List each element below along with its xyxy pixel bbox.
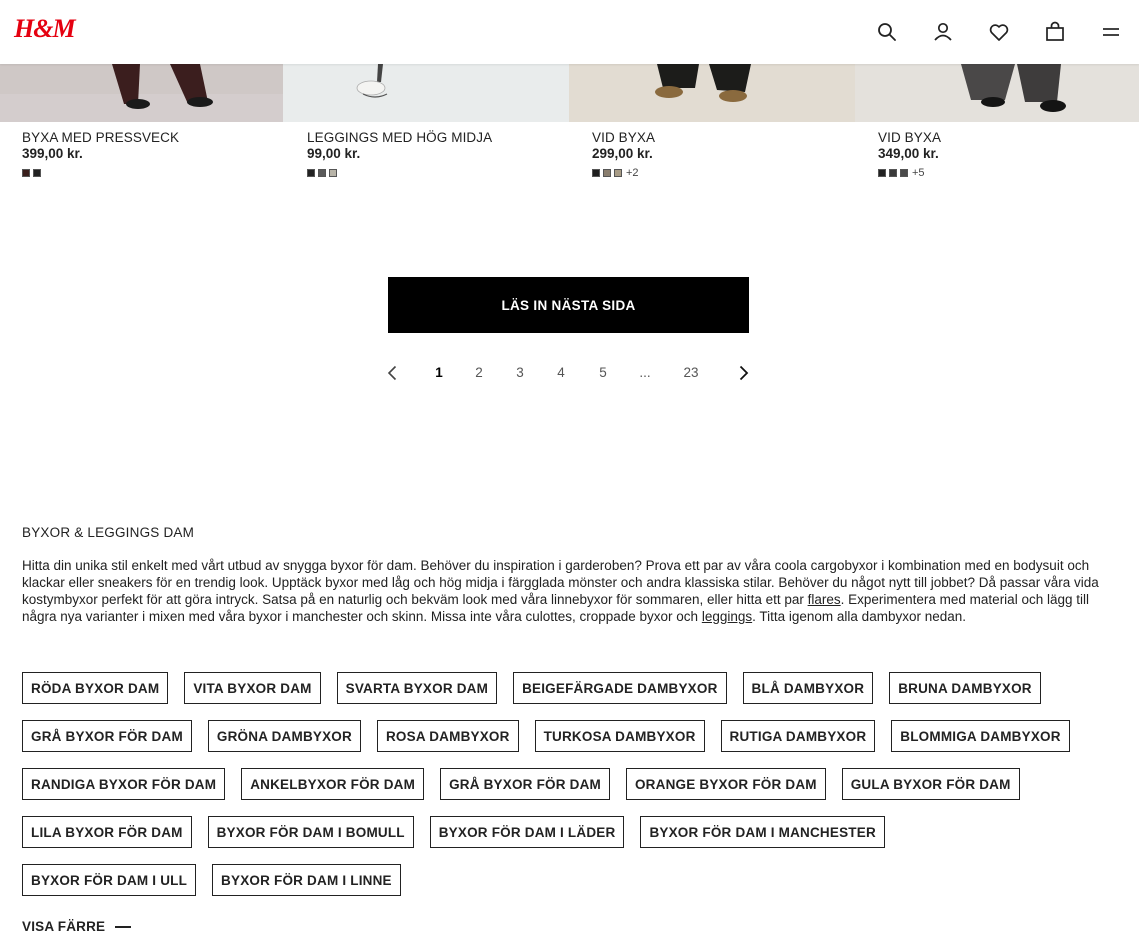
favorites-icon[interactable]	[987, 20, 1011, 44]
color-swatch[interactable]	[614, 169, 622, 177]
color-swatch[interactable]	[878, 169, 886, 177]
page-link-3[interactable]: 3	[511, 360, 529, 386]
tag-link[interactable]: BEIGEFÄRGADE DAMBYXOR	[513, 672, 727, 704]
color-swatch[interactable]	[33, 169, 41, 177]
page-link-4[interactable]: 4	[552, 360, 570, 386]
chevron-left-icon[interactable]	[384, 364, 402, 382]
product-card[interactable]: VID BYXA 349,00 kr. +5	[878, 64, 1139, 194]
seo-heading: BYXOR & LEGGINGS DAM	[22, 525, 195, 540]
color-swatch[interactable]	[889, 169, 897, 177]
color-swatch[interactable]	[603, 169, 611, 177]
color-swatch[interactable]	[307, 169, 315, 177]
page-ellipsis: ...	[639, 365, 651, 380]
tag-link[interactable]: ROSA DAMBYXOR	[376, 720, 519, 752]
tag-link[interactable]: BYXOR FÖR DAM I ULL	[22, 864, 197, 896]
category-tags: RÖDA BYXOR DAM VITA BYXOR DAM SVARTA BYX…	[22, 672, 1122, 912]
hm-logo[interactable]: H&M	[14, 14, 76, 44]
tag-link[interactable]: GRÅ BYXOR FÖR DAM	[22, 720, 192, 752]
product-card[interactable]: LEGGINGS MED HÖG MIDJA 99,00 kr.	[307, 64, 577, 194]
tag-link[interactable]: RANDIGA BYXOR FÖR DAM	[22, 768, 226, 800]
color-swatches: +2	[592, 167, 639, 179]
product-grid: BYXA MED PRESSVECK 399,00 kr. LEGGINGS M…	[0, 64, 1139, 194]
leggings-link[interactable]: leggings	[702, 609, 752, 624]
tag-link[interactable]: BRUNA DAMBYXOR	[889, 672, 1041, 704]
product-card[interactable]: VID BYXA 299,00 kr. +2	[592, 64, 862, 194]
product-price: 99,00 kr.	[307, 146, 361, 161]
tag-link[interactable]: RÖDA BYXOR DAM	[22, 672, 169, 704]
product-price: 349,00 kr.	[878, 146, 939, 161]
flares-link[interactable]: flares	[808, 592, 841, 607]
tag-row: GRÅ BYXOR FÖR DAM GRÖNA DAMBYXOR ROSA DA…	[22, 720, 1122, 752]
tag-link[interactable]: GRÅ BYXOR FÖR DAM	[440, 768, 610, 800]
load-next-page-button[interactable]: LÄS IN NÄSTA SIDA	[388, 277, 749, 333]
product-price: 399,00 kr.	[22, 146, 83, 161]
page-link-23[interactable]: 23	[678, 360, 704, 386]
pagination: 1 2 3 4 5 ... 23	[380, 360, 760, 386]
bag-icon[interactable]	[1043, 20, 1067, 44]
tag-link[interactable]: BLOMMIGA DAMBYXOR	[891, 720, 1070, 752]
color-swatches	[22, 168, 44, 178]
tag-link[interactable]: BYXOR FÖR DAM I LÄDER	[429, 816, 625, 848]
minus-icon	[115, 925, 132, 928]
tag-link[interactable]: TURKOSA DAMBYXOR	[534, 720, 705, 752]
tag-link[interactable]: BLÅ DAMBYXOR	[742, 672, 874, 704]
product-name[interactable]: VID BYXA	[592, 130, 655, 145]
color-swatches: +5	[878, 167, 925, 179]
tag-row: RANDIGA BYXOR FÖR DAM ANKELBYXOR FÖR DAM…	[22, 768, 1122, 800]
more-colors-count: +2	[626, 167, 639, 179]
tag-row: RÖDA BYXOR DAM VITA BYXOR DAM SVARTA BYX…	[22, 672, 1122, 704]
seo-description: Hitta din unika stil enkelt med vårt utb…	[22, 557, 1117, 625]
product-name[interactable]: VID BYXA	[878, 130, 941, 145]
product-price: 299,00 kr.	[592, 146, 653, 161]
tag-link[interactable]: BYXOR FÖR DAM I LINNE	[212, 864, 401, 896]
tag-row: BYXOR FÖR DAM I ULL BYXOR FÖR DAM I LINN…	[22, 864, 1122, 896]
product-name[interactable]: LEGGINGS MED HÖG MIDJA	[307, 130, 492, 145]
color-swatch[interactable]	[329, 169, 337, 177]
color-swatch[interactable]	[318, 169, 326, 177]
color-swatch[interactable]	[900, 169, 908, 177]
tag-row: LILA BYXOR FÖR DAM BYXOR FÖR DAM I BOMUL…	[22, 816, 1122, 848]
color-swatch[interactable]	[592, 169, 600, 177]
site-header: H&M	[0, 0, 1139, 64]
chevron-right-icon[interactable]	[734, 364, 752, 382]
account-icon[interactable]	[931, 20, 955, 44]
tag-link[interactable]: GULA BYXOR FÖR DAM	[841, 768, 1020, 800]
tag-link[interactable]: GRÖNA DAMBYXOR	[207, 720, 361, 752]
color-swatch[interactable]	[22, 169, 30, 177]
page-link-2[interactable]: 2	[470, 360, 488, 386]
show-less-label: VISA FÄRRE	[22, 919, 106, 934]
search-icon[interactable]	[875, 20, 899, 44]
tag-link[interactable]: ANKELBYXOR FÖR DAM	[241, 768, 425, 800]
more-colors-count: +5	[912, 167, 925, 179]
tag-link[interactable]: LILA BYXOR FÖR DAM	[22, 816, 192, 848]
tag-link[interactable]: BYXOR FÖR DAM I MANCHESTER	[640, 816, 885, 848]
seo-text-part: . Titta igenom alla dambyxor nedan.	[752, 609, 966, 624]
page-link-1[interactable]: 1	[430, 360, 448, 386]
tag-link[interactable]: ORANGE BYXOR FÖR DAM	[625, 768, 826, 800]
tag-link[interactable]: RUTIGA DAMBYXOR	[720, 720, 876, 752]
tag-link[interactable]: BYXOR FÖR DAM I BOMULL	[207, 816, 414, 848]
menu-icon[interactable]	[1099, 20, 1123, 44]
tag-link[interactable]: VITA BYXOR DAM	[184, 672, 321, 704]
color-swatches	[307, 168, 340, 178]
page-link-5[interactable]: 5	[594, 360, 612, 386]
show-less-toggle[interactable]: VISA FÄRRE	[22, 919, 132, 934]
product-card[interactable]: BYXA MED PRESSVECK 399,00 kr.	[22, 64, 292, 194]
product-name[interactable]: BYXA MED PRESSVECK	[22, 130, 179, 145]
tag-link[interactable]: SVARTA BYXOR DAM	[336, 672, 498, 704]
